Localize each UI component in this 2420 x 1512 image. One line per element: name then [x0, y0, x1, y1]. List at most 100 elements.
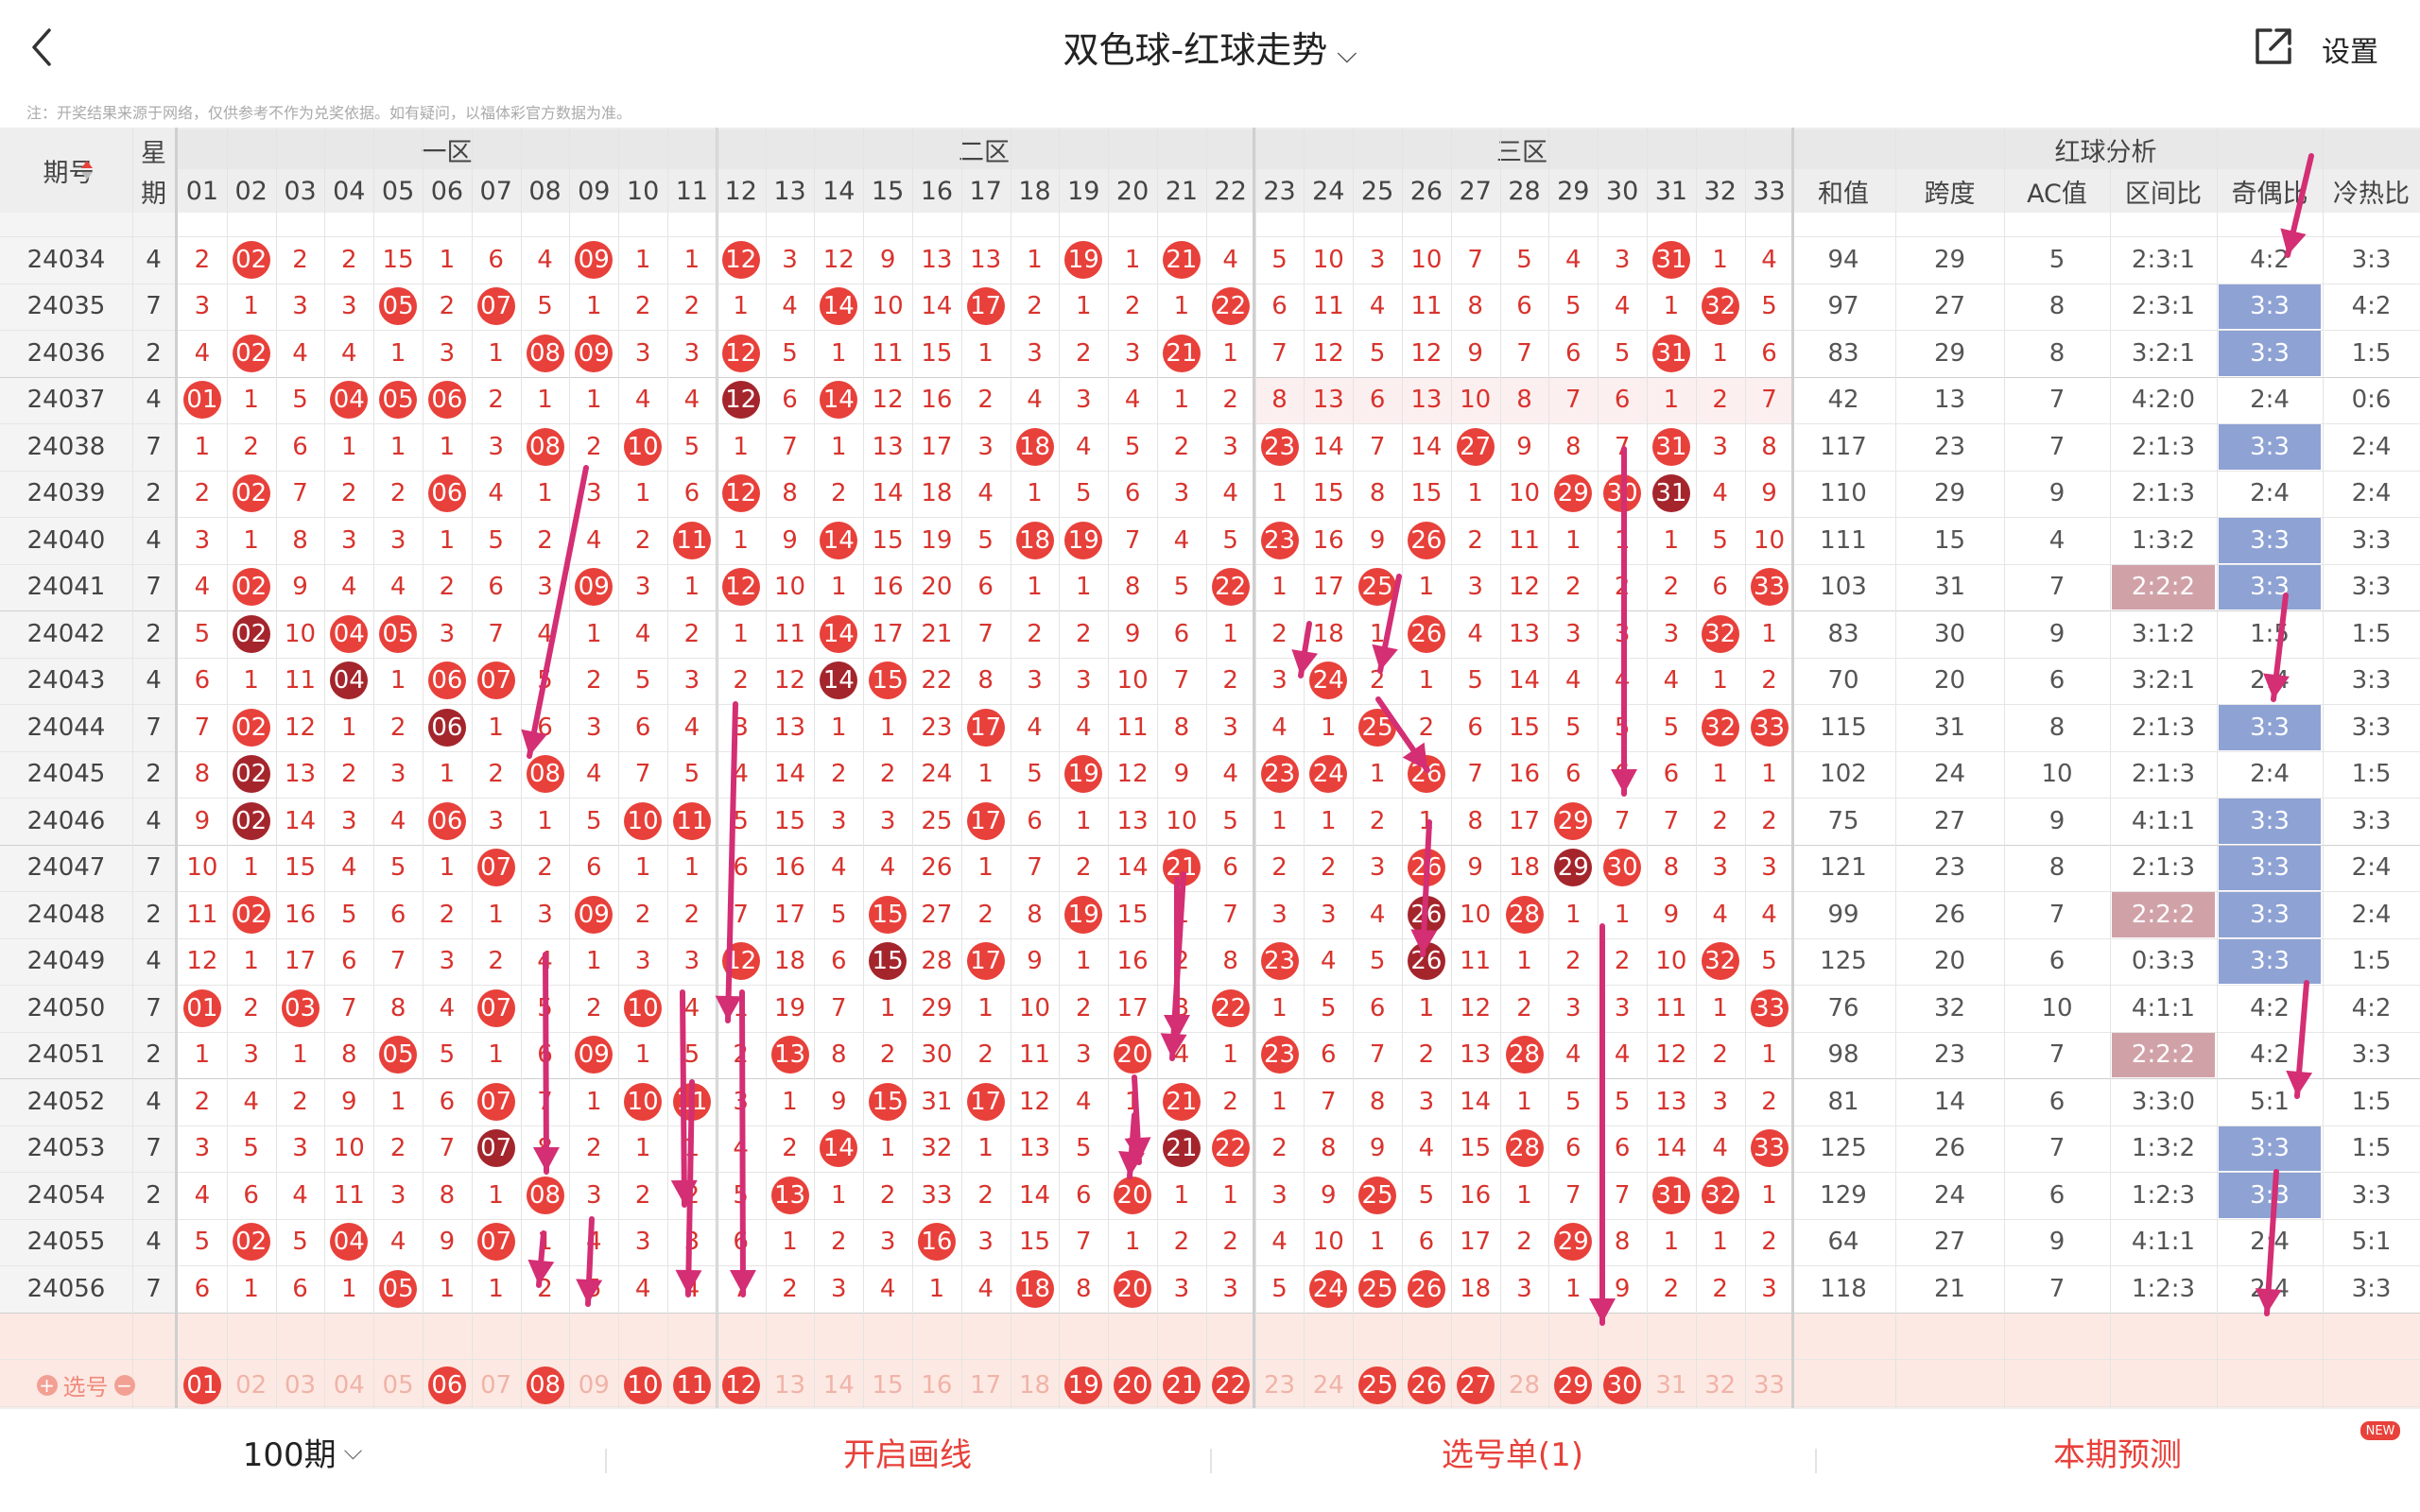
pick-number[interactable]: 07 [472, 1364, 521, 1406]
miss-count-cell: 3 [194, 1134, 211, 1163]
pick-number[interactable]: 24 [1304, 1364, 1353, 1406]
pick-number[interactable]: 32 [1696, 1364, 1745, 1406]
share-icon[interactable] [2252, 25, 2295, 68]
miss-count-cell: 6 [1271, 292, 1288, 321]
period-cell: 24043 [26, 666, 106, 696]
drawn-ball: 10 [624, 988, 663, 1027]
pick-number[interactable]: 18 [1011, 1364, 1060, 1406]
miss-count-cell: 2 [1418, 713, 1435, 742]
miss-count-cell: 4 [879, 1274, 896, 1303]
miss-count-cell: 6 [1614, 1134, 1631, 1163]
week-cell: 7 [146, 853, 162, 883]
miss-count-cell: 2 [1076, 619, 1092, 648]
pick-number[interactable]: 04 [324, 1364, 373, 1406]
drawn-ball: 12 [721, 381, 760, 420]
selected-ball[interactable]: 06 [427, 1366, 466, 1404]
remove-icon[interactable]: − [113, 1374, 135, 1396]
selected-ball[interactable]: 30 [1603, 1366, 1642, 1404]
miss-count-cell: 3 [733, 713, 749, 742]
analysis-cell: 10 [2041, 760, 2073, 789]
miss-count-cell: 3 [683, 947, 700, 976]
miss-count-cell: 2 [879, 760, 896, 789]
pick-number[interactable]: 13 [766, 1364, 815, 1406]
miss-count-cell: 1 [488, 1274, 504, 1303]
miss-count-cell: 1 [1271, 806, 1288, 835]
drawn-ball: 02 [232, 334, 270, 372]
analysis-cell: 76 [1827, 993, 1859, 1022]
selected-ball[interactable]: 27 [1456, 1366, 1495, 1404]
pick-number[interactable]: 15 [863, 1364, 912, 1406]
analysis-cell: 2:4 [2351, 900, 2392, 929]
pick-number[interactable]: 02 [227, 1364, 276, 1406]
miss-count-cell: 5 [1369, 338, 1386, 368]
analysis-cell: 97 [1827, 292, 1859, 321]
analysis-cell: 13 [1933, 386, 1966, 415]
analysis-cell: 121 [1820, 853, 1867, 883]
miss-count-cell: 2 [537, 525, 553, 555]
miss-count-cell: 2 [1761, 806, 1777, 835]
analysis-cell: 2:3:1 [2131, 292, 2196, 321]
week-cell: 4 [146, 806, 162, 835]
miss-count-cell: 5 [488, 525, 504, 555]
analysis-cell: 118 [1820, 1274, 1867, 1303]
pick-row-label[interactable]: + 选号 − [17, 1364, 154, 1406]
analysis-cell: 26 [1933, 900, 1966, 929]
selected-ball[interactable]: 21 [1162, 1366, 1201, 1404]
miss-count-cell: 1 [1565, 525, 1582, 555]
pick-number[interactable]: 14 [814, 1364, 863, 1406]
add-icon[interactable]: + [36, 1374, 58, 1396]
pick-number[interactable]: 23 [1255, 1364, 1305, 1406]
pick-number[interactable]: 31 [1647, 1364, 1696, 1406]
miss-count-cell: 4 [1222, 760, 1238, 789]
miss-count-cell: 1 [1663, 525, 1680, 555]
selected-ball[interactable]: 11 [672, 1366, 711, 1404]
pick-number[interactable]: 05 [373, 1364, 423, 1406]
sort-icon[interactable] [78, 158, 96, 182]
analysis-cell: 2:2:2 [2131, 573, 2196, 602]
week-cell: 2 [146, 619, 162, 648]
predict-button[interactable]: 本期预测 [1985, 1428, 2250, 1475]
selected-ball[interactable]: 12 [721, 1366, 760, 1404]
pick-list-button[interactable]: 选号单(1) [1371, 1428, 1654, 1475]
miss-count-cell: 5 [194, 619, 211, 648]
pick-number[interactable]: 16 [912, 1364, 961, 1406]
drawn-ball: 06 [427, 474, 466, 513]
selected-ball[interactable]: 22 [1211, 1366, 1250, 1404]
miss-count-cell: 9 [341, 1087, 357, 1116]
selected-ball[interactable]: 29 [1554, 1366, 1593, 1404]
miss-count-cell: 9 [1124, 619, 1141, 648]
miss-count-cell: 2 [1222, 386, 1238, 415]
miss-count-cell: 2 [586, 993, 602, 1022]
analysis-column-header: 奇偶比 [2217, 170, 2323, 213]
draw-line-button[interactable]: 开启画线 [775, 1428, 1040, 1475]
period-count-select[interactable]: 100期 ⌵ [236, 1428, 369, 1475]
selected-ball[interactable]: 10 [624, 1366, 663, 1404]
miss-count-cell: 3 [292, 1134, 308, 1163]
miss-count-cell: 3 [1712, 1087, 1728, 1116]
miss-count-cell: 1 [488, 1040, 504, 1070]
pick-number[interactable]: 03 [276, 1364, 325, 1406]
selected-ball[interactable]: 20 [1114, 1366, 1152, 1404]
selected-ball[interactable]: 19 [1064, 1366, 1103, 1404]
miss-count-cell: 3 [1565, 993, 1582, 1022]
selected-ball[interactable]: 08 [526, 1366, 564, 1404]
pick-number[interactable]: 33 [1745, 1364, 1794, 1406]
miss-count-cell: 5 [194, 1228, 211, 1257]
page-title[interactable]: 双色球-红球走势 ⌵ [0, 21, 2420, 73]
miss-count-cell: 1 [341, 713, 357, 742]
analysis-cell: 7 [2048, 1274, 2066, 1303]
pick-number[interactable]: 17 [961, 1364, 1011, 1406]
pick-number[interactable]: 09 [569, 1364, 618, 1406]
selected-ball[interactable]: 01 [182, 1366, 221, 1404]
selected-ball[interactable]: 25 [1358, 1366, 1397, 1404]
miss-count-cell: 2 [1663, 573, 1680, 602]
settings-button[interactable]: 设置 [2322, 28, 2378, 70]
drawn-ball: 21 [1162, 1129, 1201, 1168]
miss-count-cell: 6 [1712, 573, 1728, 602]
miss-count-cell: 1 [1076, 292, 1092, 321]
selected-ball[interactable]: 26 [1407, 1366, 1445, 1404]
miss-count-cell: 3 [1761, 853, 1777, 883]
miss-count-cell: 3 [1663, 619, 1680, 648]
pick-number[interactable]: 28 [1500, 1364, 1549, 1406]
miss-count-cell: 1 [439, 245, 456, 274]
